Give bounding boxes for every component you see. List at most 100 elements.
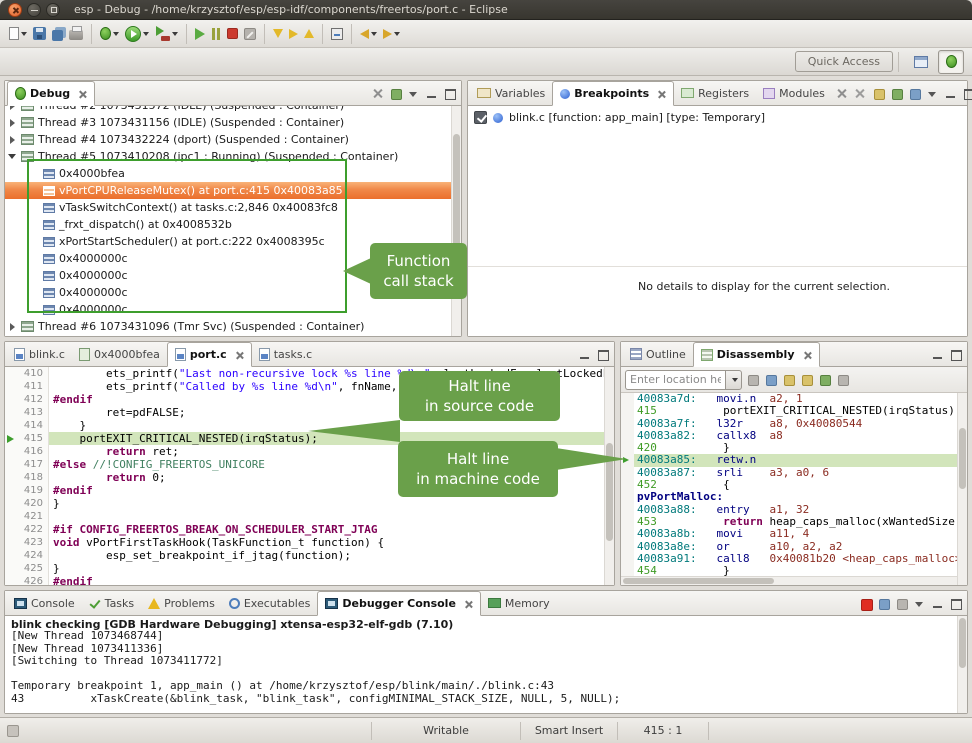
- expander-icon[interactable]: [5, 136, 19, 144]
- close-icon[interactable]: [78, 89, 87, 98]
- statusbar-trim-icon[interactable]: [7, 725, 19, 737]
- debug-thread[interactable]: Thread #5 1073410208 (ipc1 : Running) (S…: [5, 148, 461, 165]
- expander-icon[interactable]: [5, 154, 19, 159]
- tab-0x4000bfea[interactable]: 0x4000bfea: [72, 342, 167, 366]
- code-line[interactable]: 425}: [5, 562, 614, 575]
- disassembly-content[interactable]: 40083a7d: movi.n a2, 1 415 portEXIT_CRIT…: [621, 393, 967, 585]
- show-source-icon[interactable]: [781, 372, 796, 387]
- disassembly-hscrollbar[interactable]: [621, 576, 957, 585]
- maximize-icon[interactable]: [948, 596, 963, 611]
- code-line[interactable]: 424 esp_set_breakpoint_if_jtag(function)…: [5, 549, 614, 562]
- breakpoint-checkbox[interactable]: [474, 111, 487, 124]
- cpp-perspective-button[interactable]: [908, 50, 934, 74]
- expander-icon[interactable]: [5, 323, 19, 331]
- minimize-icon[interactable]: [930, 347, 945, 362]
- disconnect-button[interactable]: [241, 22, 259, 46]
- location-dropdown-button[interactable]: [725, 370, 742, 390]
- step-over-button[interactable]: [286, 22, 301, 46]
- settings-icon[interactable]: [835, 372, 850, 387]
- tab-problems[interactable]: Problems: [141, 591, 222, 615]
- expander-icon[interactable]: [5, 106, 19, 110]
- location-input[interactable]: [625, 370, 725, 390]
- tab-tasks[interactable]: Tasks: [82, 591, 141, 615]
- remove-all-breakpoints-icon[interactable]: [853, 86, 868, 101]
- code-line[interactable]: 422#if CONFIG_FREERTOS_BREAK_ON_SCHEDULE…: [5, 523, 614, 536]
- external-tools-button[interactable]: [152, 22, 181, 46]
- code-line[interactable]: 421: [5, 510, 614, 523]
- disasm-line[interactable]: pvPortMalloc:: [621, 491, 967, 503]
- goto-pc-icon[interactable]: [745, 372, 760, 387]
- disasm-line-current[interactable]: 40083a85: retw.n: [621, 454, 967, 466]
- debug-perspective-button[interactable]: [938, 50, 964, 74]
- disasm-line[interactable]: 40083a8e: or a10, a2, a2: [621, 541, 967, 553]
- tab-blink-c[interactable]: blink.c: [7, 342, 72, 366]
- forward-button[interactable]: [380, 22, 403, 46]
- show-supported-breakpoints-icon[interactable]: [871, 86, 886, 101]
- tab-outline[interactable]: Outline: [623, 342, 693, 366]
- tab-debugger-console[interactable]: Debugger Console: [317, 591, 481, 616]
- view-menu-icon[interactable]: [912, 596, 927, 611]
- stack-frame[interactable]: vTaskSwitchContext() at tasks.c:2,846 0x…: [5, 199, 461, 216]
- clear-console-icon[interactable]: [894, 596, 909, 611]
- refresh-icon[interactable]: [763, 372, 778, 387]
- expander-icon[interactable]: [5, 119, 19, 127]
- view-menu-icon[interactable]: [925, 86, 940, 101]
- track-expression-icon[interactable]: [817, 372, 832, 387]
- skip-all-breakpoints-icon[interactable]: [907, 86, 922, 101]
- tab-variables[interactable]: Variables: [470, 81, 552, 105]
- step-into-button[interactable]: [270, 22, 286, 46]
- disassembly-vscrollbar[interactable]: [957, 393, 967, 585]
- maximize-icon[interactable]: [442, 86, 457, 101]
- close-icon[interactable]: [657, 89, 666, 98]
- code-line[interactable]: 423void vPortFirstTaskHook(TaskFunction_…: [5, 536, 614, 549]
- close-icon[interactable]: [235, 350, 244, 359]
- close-icon[interactable]: [464, 599, 473, 608]
- minimize-icon[interactable]: [577, 347, 592, 362]
- disasm-line[interactable]: 452 {: [621, 479, 967, 491]
- console-scrollbar[interactable]: [957, 616, 967, 713]
- console-output[interactable]: blink checking [GDB Hardware Debugging] …: [5, 616, 967, 713]
- new-button[interactable]: [6, 22, 30, 46]
- tab-disassembly[interactable]: Disassembly: [693, 342, 820, 367]
- terminate-icon[interactable]: [858, 596, 873, 611]
- debug-thread[interactable]: Thread #2 1073431572 (IDLE) (Suspended :…: [5, 106, 461, 114]
- code-line[interactable]: 420}: [5, 497, 614, 510]
- back-button[interactable]: [357, 22, 380, 46]
- print-button[interactable]: [66, 22, 86, 46]
- tab-registers[interactable]: Registers: [674, 81, 756, 105]
- minimize-icon[interactable]: [943, 86, 958, 101]
- maximize-icon[interactable]: [595, 347, 610, 362]
- debug-thread[interactable]: Thread #3 1073431156 (IDLE) (Suspended :…: [5, 114, 461, 131]
- suspend-button[interactable]: [208, 22, 224, 46]
- stack-frame[interactable]: _frxt_dispatch() at 0x4008532b: [5, 216, 461, 233]
- restart-icon[interactable]: [388, 86, 403, 101]
- disasm-line[interactable]: 40083a88: entry a1, 32: [621, 504, 967, 516]
- debug-thread[interactable]: Thread #6 1073431096 (Tmr Svc) (Suspende…: [5, 318, 461, 335]
- run-button[interactable]: [122, 22, 152, 46]
- resume-button[interactable]: [192, 22, 208, 46]
- quick-access-button[interactable]: Quick Access: [795, 51, 893, 72]
- debug-scrollbar[interactable]: [451, 106, 461, 336]
- maximize-icon[interactable]: [948, 347, 963, 362]
- sync-icon[interactable]: [799, 372, 814, 387]
- terminate-button[interactable]: [224, 22, 241, 46]
- stack-frame-selected[interactable]: vPortCPUReleaseMutex() at port.c:415 0x4…: [5, 182, 461, 199]
- disasm-line[interactable]: 40083a8b: movi a11, 4: [621, 528, 967, 540]
- debug-button[interactable]: [97, 22, 122, 46]
- tab-executables[interactable]: Executables: [222, 591, 318, 615]
- debug-thread[interactable]: Thread #4 1073432224 (dport) (Suspended …: [5, 131, 461, 148]
- instruction-stepping-button[interactable]: [328, 22, 346, 46]
- window-maximize-button[interactable]: [46, 3, 60, 17]
- disasm-line[interactable]: 40083a91: call8 0x40081b20 <heap_caps_ma…: [621, 553, 967, 565]
- step-return-button[interactable]: [301, 22, 317, 46]
- disasm-line[interactable]: 420 }: [621, 442, 967, 454]
- view-menu-icon[interactable]: [406, 86, 421, 101]
- minimize-icon[interactable]: [424, 86, 439, 101]
- go-to-file-icon[interactable]: [889, 86, 904, 101]
- disasm-line[interactable]: 40083a7d: movi.n a2, 1: [621, 393, 967, 405]
- pin-console-icon[interactable]: [876, 596, 891, 611]
- remove-terminated-icon[interactable]: [370, 86, 385, 101]
- minimize-icon[interactable]: [930, 596, 945, 611]
- tab-port-c[interactable]: port.c: [167, 342, 252, 367]
- disasm-line[interactable]: 453 return heap_caps_malloc(xWantedSize: [621, 516, 967, 528]
